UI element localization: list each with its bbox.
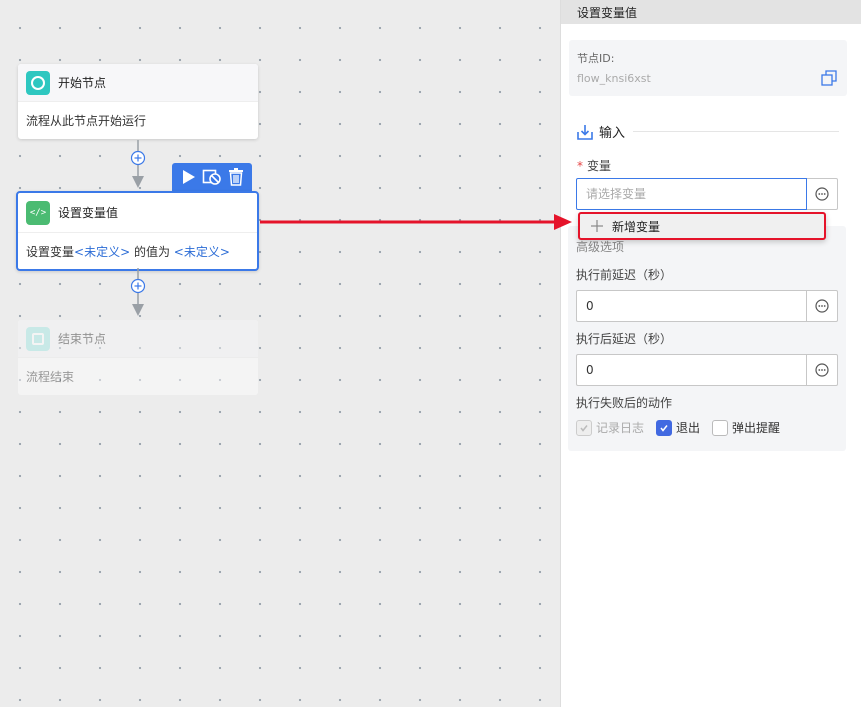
- exit-checkbox[interactable]: [656, 419, 673, 436]
- advanced-options-label[interactable]: 高级选项: [576, 238, 624, 255]
- undefined-var-b: <未定义>: [173, 244, 230, 259]
- plus-icon: [591, 220, 603, 232]
- section-divider: [633, 131, 839, 132]
- check-icon: [660, 424, 668, 432]
- on-fail-options: 记录日志 退出 弹出提醒: [576, 419, 792, 436]
- delay-before-label: 执行前延迟（秒）: [576, 268, 673, 282]
- exit-checkbox-label: 退出: [676, 421, 701, 435]
- start-node[interactable]: 开始节点 流程从此节点开始运行: [18, 64, 258, 139]
- more-icon: [815, 187, 829, 201]
- end-node-description: 流程结束: [26, 370, 75, 384]
- variable-more-button[interactable]: [807, 178, 838, 210]
- desc-mid: 的值为: [130, 244, 174, 259]
- input-section-header: 输入: [577, 122, 839, 141]
- node-id-value: flow_knsi6xst: [577, 72, 651, 85]
- alert-checkbox[interactable]: [712, 419, 729, 436]
- start-node-header: 开始节点: [18, 64, 258, 102]
- flow-canvas[interactable]: 开始节点 流程从此节点开始运行 </> 设置变量值 设置变量 <未定义> 的值为…: [0, 0, 560, 707]
- desc-prefix: 设置变量: [26, 244, 75, 259]
- delay-after-label: 执行后延迟（秒）: [576, 332, 673, 346]
- delay-after-more-button[interactable]: [807, 354, 838, 386]
- code-icon: </>: [26, 200, 50, 225]
- set-node-title: 设置变量值: [58, 206, 119, 220]
- advanced-options-text: 高级选项: [576, 240, 625, 254]
- add-variable-option[interactable]: 新增变量: [578, 212, 826, 240]
- trash-icon[interactable]: [226, 167, 246, 187]
- log-checkbox-label: 记录日志: [596, 421, 645, 435]
- more-icon: [815, 299, 829, 313]
- panel-title: 设置变量值: [561, 0, 861, 24]
- connector-start-set: [130, 140, 146, 188]
- log-checkbox[interactable]: [576, 419, 592, 436]
- variable-label-text: 变量: [587, 159, 612, 173]
- undefined-var-a: <未定义>: [74, 244, 131, 259]
- download-icon: [577, 124, 593, 140]
- add-variable-label: 新增变量: [612, 219, 661, 234]
- delay-after-row: [576, 354, 838, 386]
- on-fail-label: 执行失败后的动作: [576, 396, 673, 410]
- input-section-label: 输入: [599, 126, 626, 141]
- annotation-arrow: [260, 214, 572, 230]
- delay-after-input[interactable]: [576, 354, 807, 386]
- square-icon: [26, 326, 50, 351]
- node-toolbar: [172, 163, 252, 191]
- variable-select-row: [576, 178, 838, 210]
- set-node-description: 设置变量 <未定义> 的值为 <未定义>: [18, 233, 257, 269]
- start-node-description: 流程从此节点开始运行: [26, 114, 147, 128]
- variable-label: * 变量: [577, 159, 612, 173]
- play-icon[interactable]: [178, 167, 198, 187]
- delay-before-row: [576, 290, 838, 322]
- alert-checkbox-label: 弹出提醒: [732, 421, 781, 435]
- more-icon: [815, 363, 829, 377]
- end-node-header: 结束节点: [18, 320, 258, 358]
- start-node-title: 开始节点: [58, 76, 107, 90]
- node-id-label: 节点ID:: [577, 52, 615, 65]
- set-node-header: </> 设置变量值: [18, 193, 257, 233]
- check-icon: [580, 424, 588, 432]
- copy-icon[interactable]: [821, 70, 837, 86]
- variable-select-input[interactable]: [576, 178, 807, 210]
- node-id-card: 节点ID: flow_knsi6xst: [569, 40, 847, 96]
- circle-icon: [26, 70, 50, 95]
- set-variable-node[interactable]: </> 设置变量值 设置变量 <未定义> 的值为 <未定义>: [16, 191, 259, 271]
- end-node-title: 结束节点: [58, 332, 107, 346]
- delay-before-more-button[interactable]: [807, 290, 838, 322]
- connector-set-end: [130, 268, 146, 316]
- end-node[interactable]: 结束节点 流程结束: [18, 320, 258, 395]
- delay-before-input[interactable]: [576, 290, 807, 322]
- disable-icon[interactable]: [202, 167, 222, 187]
